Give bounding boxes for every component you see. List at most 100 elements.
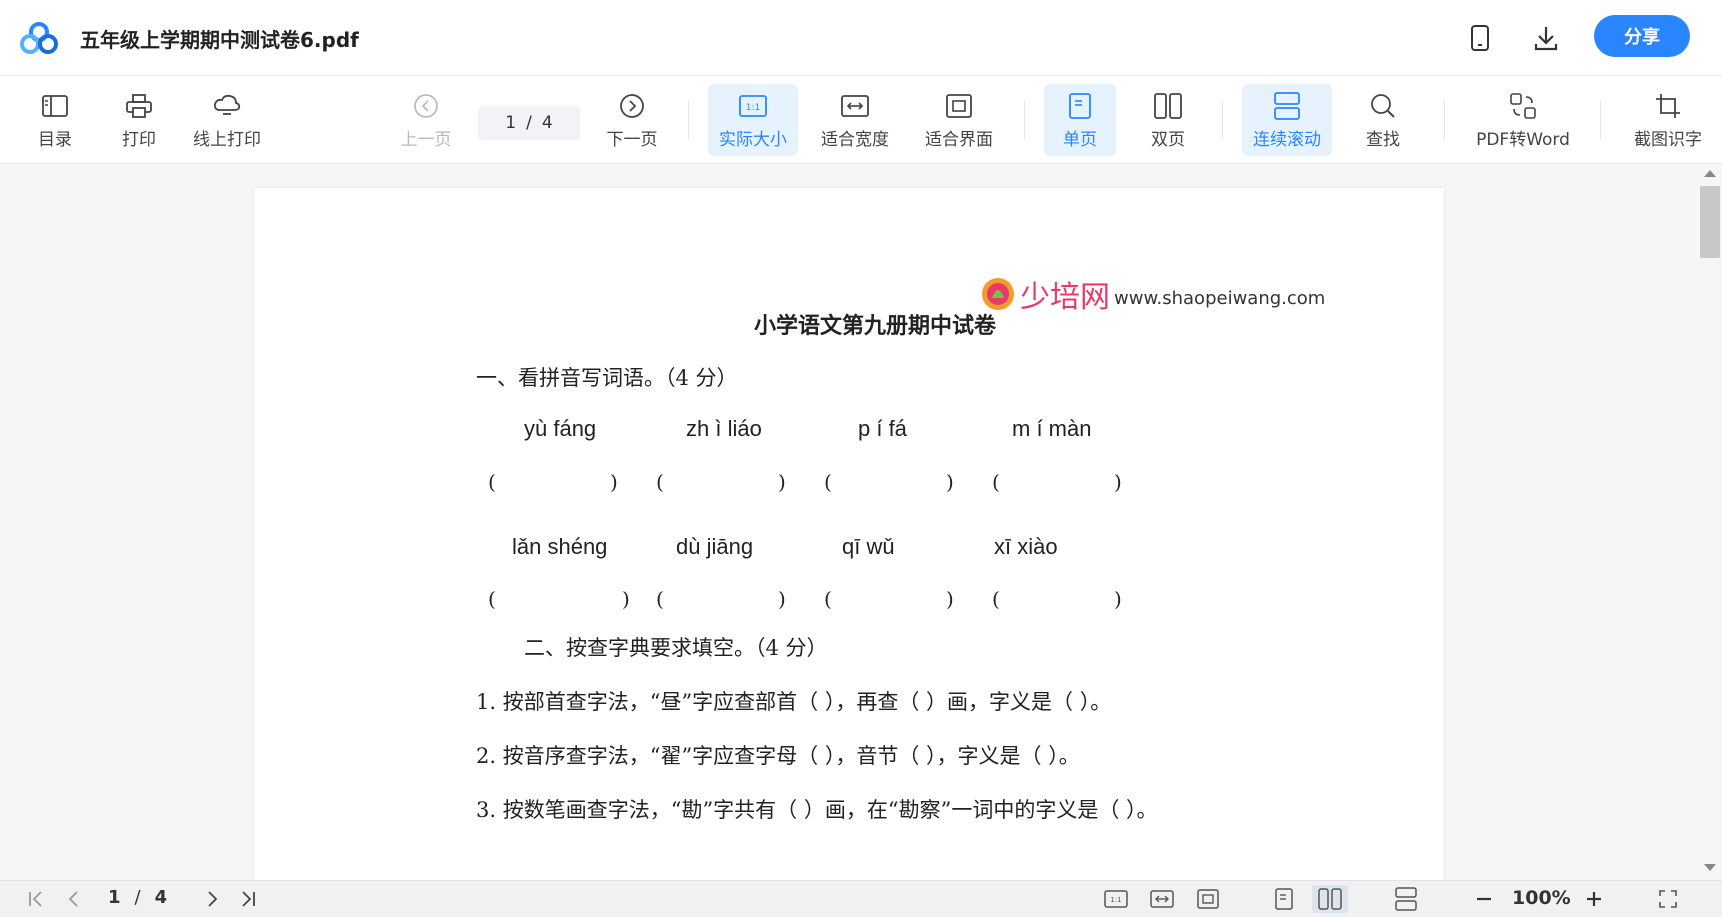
single-page-icon <box>1065 91 1095 121</box>
catalog-label: 目录 <box>38 129 72 150</box>
total-pages: 4 <box>541 113 553 133</box>
printer-icon <box>124 91 154 121</box>
ocr-button[interactable]: 截图识字 <box>1624 84 1712 156</box>
actual-size-button[interactable]: 1:1 实际大小 <box>708 84 798 156</box>
mobile-icon[interactable] <box>1464 22 1496 54</box>
blank-open: ( <box>656 470 664 494</box>
single-page-label: 单页 <box>1063 129 1097 150</box>
blank-open: ( <box>488 587 496 611</box>
find-label: 查找 <box>1366 129 1400 150</box>
watermark: 少培网 www.shaopeiwang.com <box>980 272 1325 316</box>
divider <box>688 100 689 140</box>
actual-size-icon: 1:1 <box>738 91 768 121</box>
page-number-input[interactable]: 1 / 4 <box>478 106 580 140</box>
fit-page-icon <box>944 91 974 121</box>
pdf-page: 少培网 www.shaopeiwang.com 小学语文第九册期中试卷 一、看拼… <box>254 188 1444 880</box>
catalog-button[interactable]: 目录 <box>30 84 80 156</box>
blank-close: ) <box>1114 470 1122 494</box>
scroll-up-icon[interactable] <box>1704 170 1716 177</box>
scroll-down-icon[interactable] <box>1704 864 1716 871</box>
next-page-label: 下一页 <box>606 129 658 150</box>
blank-open: ( <box>824 470 832 494</box>
page-separator: / <box>526 113 532 133</box>
find-button[interactable]: 查找 <box>1354 84 1412 156</box>
zoom-out-icon[interactable] <box>1470 885 1498 913</box>
fullscreen-icon[interactable] <box>1654 885 1682 913</box>
pinyin-item: qī wǔ <box>842 534 895 559</box>
fit-width-icon[interactable] <box>1146 885 1178 913</box>
chevron-right-circle-icon <box>617 91 647 121</box>
pdf-to-word-label: PDF转Word <box>1476 129 1570 150</box>
status-current-page: 1 <box>108 887 121 908</box>
blank-open: ( <box>824 587 832 611</box>
fit-page-label: 适合界面 <box>925 129 993 150</box>
crop-icon <box>1653 91 1683 121</box>
pdf-to-word-button[interactable]: PDF转Word <box>1468 84 1578 156</box>
print-label: 打印 <box>122 129 156 150</box>
document-title: 五年级上学期期中测试卷6.pdf <box>80 28 359 52</box>
actual-size-icon[interactable]: 1:1 <box>1100 885 1132 913</box>
zoom-level[interactable]: 100% <box>1512 887 1571 909</box>
question-2: 2. 按音序查字法，“翟”字应查字母（ ），音节（ ），字义是（ ）。 <box>476 744 1080 768</box>
next-page-icon[interactable] <box>198 885 226 913</box>
watermark-logo <box>982 278 1014 310</box>
convert-icon <box>1508 91 1538 121</box>
online-print-label: 线上打印 <box>193 129 261 150</box>
blank-open: ( <box>992 587 1000 611</box>
blank-close: ) <box>946 587 954 611</box>
document-title-text: 小学语文第九册期中试卷 <box>754 313 997 339</box>
cloud-print-icon <box>212 91 242 121</box>
section-1-heading: 一、看拼音写词语。（4 分） <box>476 366 738 390</box>
fit-page-icon[interactable] <box>1192 885 1224 913</box>
scroll-thumb[interactable] <box>1700 186 1720 258</box>
blank-close: ) <box>778 587 786 611</box>
blank-close: ) <box>610 470 618 494</box>
prev-page-icon[interactable] <box>60 885 88 913</box>
next-page-button[interactable]: 下一页 <box>602 84 662 156</box>
double-page-icon <box>1153 91 1183 121</box>
divider <box>1222 100 1223 140</box>
title-bar: 五年级上学期期中测试卷6.pdf 分享 <box>0 0 1722 76</box>
blank-close: ) <box>622 587 630 611</box>
svg-text:1:1: 1:1 <box>1110 896 1121 904</box>
fit-width-label: 适合宽度 <box>821 129 889 150</box>
continuous-scroll-button[interactable]: 连续滚动 <box>1242 84 1332 156</box>
status-total-pages: 4 <box>154 887 168 908</box>
blank-close: ) <box>778 470 786 494</box>
last-page-icon[interactable] <box>234 885 262 913</box>
actual-size-label: 实际大小 <box>719 129 787 150</box>
prev-page-button[interactable]: 上一页 <box>396 84 456 156</box>
continuous-scroll-label: 连续滚动 <box>1253 129 1321 150</box>
ocr-label: 截图识字 <box>1634 129 1702 150</box>
catalog-icon <box>40 91 70 121</box>
chevron-left-circle-icon <box>411 91 441 121</box>
continuous-scroll-icon <box>1272 91 1302 121</box>
fit-width-button[interactable]: 适合宽度 <box>814 84 896 156</box>
fit-width-icon <box>840 91 870 121</box>
status-page-indicator: 1 / 4 <box>108 887 167 908</box>
single-page-icon[interactable] <box>1268 885 1300 913</box>
print-button[interactable]: 打印 <box>114 84 164 156</box>
online-print-button[interactable]: 线上打印 <box>186 84 268 156</box>
first-page-icon[interactable] <box>22 885 50 913</box>
document-viewer[interactable]: 少培网 www.shaopeiwang.com 小学语文第九册期中试卷 一、看拼… <box>0 164 1722 880</box>
blank-open: ( <box>488 470 496 494</box>
fit-page-button[interactable]: 适合界面 <box>918 84 1000 156</box>
double-page-button[interactable]: 双页 <box>1132 84 1204 156</box>
pinyin-item: xī xiào <box>994 534 1058 559</box>
question-1: 1. 按部首查字法，“昼”字应查部首（ ），再查（ ）画，字义是（ ）。 <box>476 690 1112 714</box>
zoom-in-icon[interactable] <box>1580 885 1608 913</box>
divider <box>1600 100 1601 140</box>
share-button[interactable]: 分享 <box>1594 15 1690 57</box>
single-page-button[interactable]: 单页 <box>1044 84 1116 156</box>
divider <box>1444 100 1445 140</box>
divider <box>1024 100 1025 140</box>
double-page-icon[interactable] <box>1312 885 1348 913</box>
pinyin-item: zh ì liáo <box>686 416 762 441</box>
question-3: 3. 按数笔画查字法，“勘”字共有（ ）画，在“勘察”一词中的字义是（ ）。 <box>476 798 1158 822</box>
vertical-scrollbar[interactable] <box>1698 164 1722 880</box>
continuous-scroll-icon[interactable] <box>1390 885 1422 913</box>
search-icon <box>1368 91 1398 121</box>
download-icon[interactable] <box>1530 22 1562 54</box>
blank-close: ) <box>1114 587 1122 611</box>
